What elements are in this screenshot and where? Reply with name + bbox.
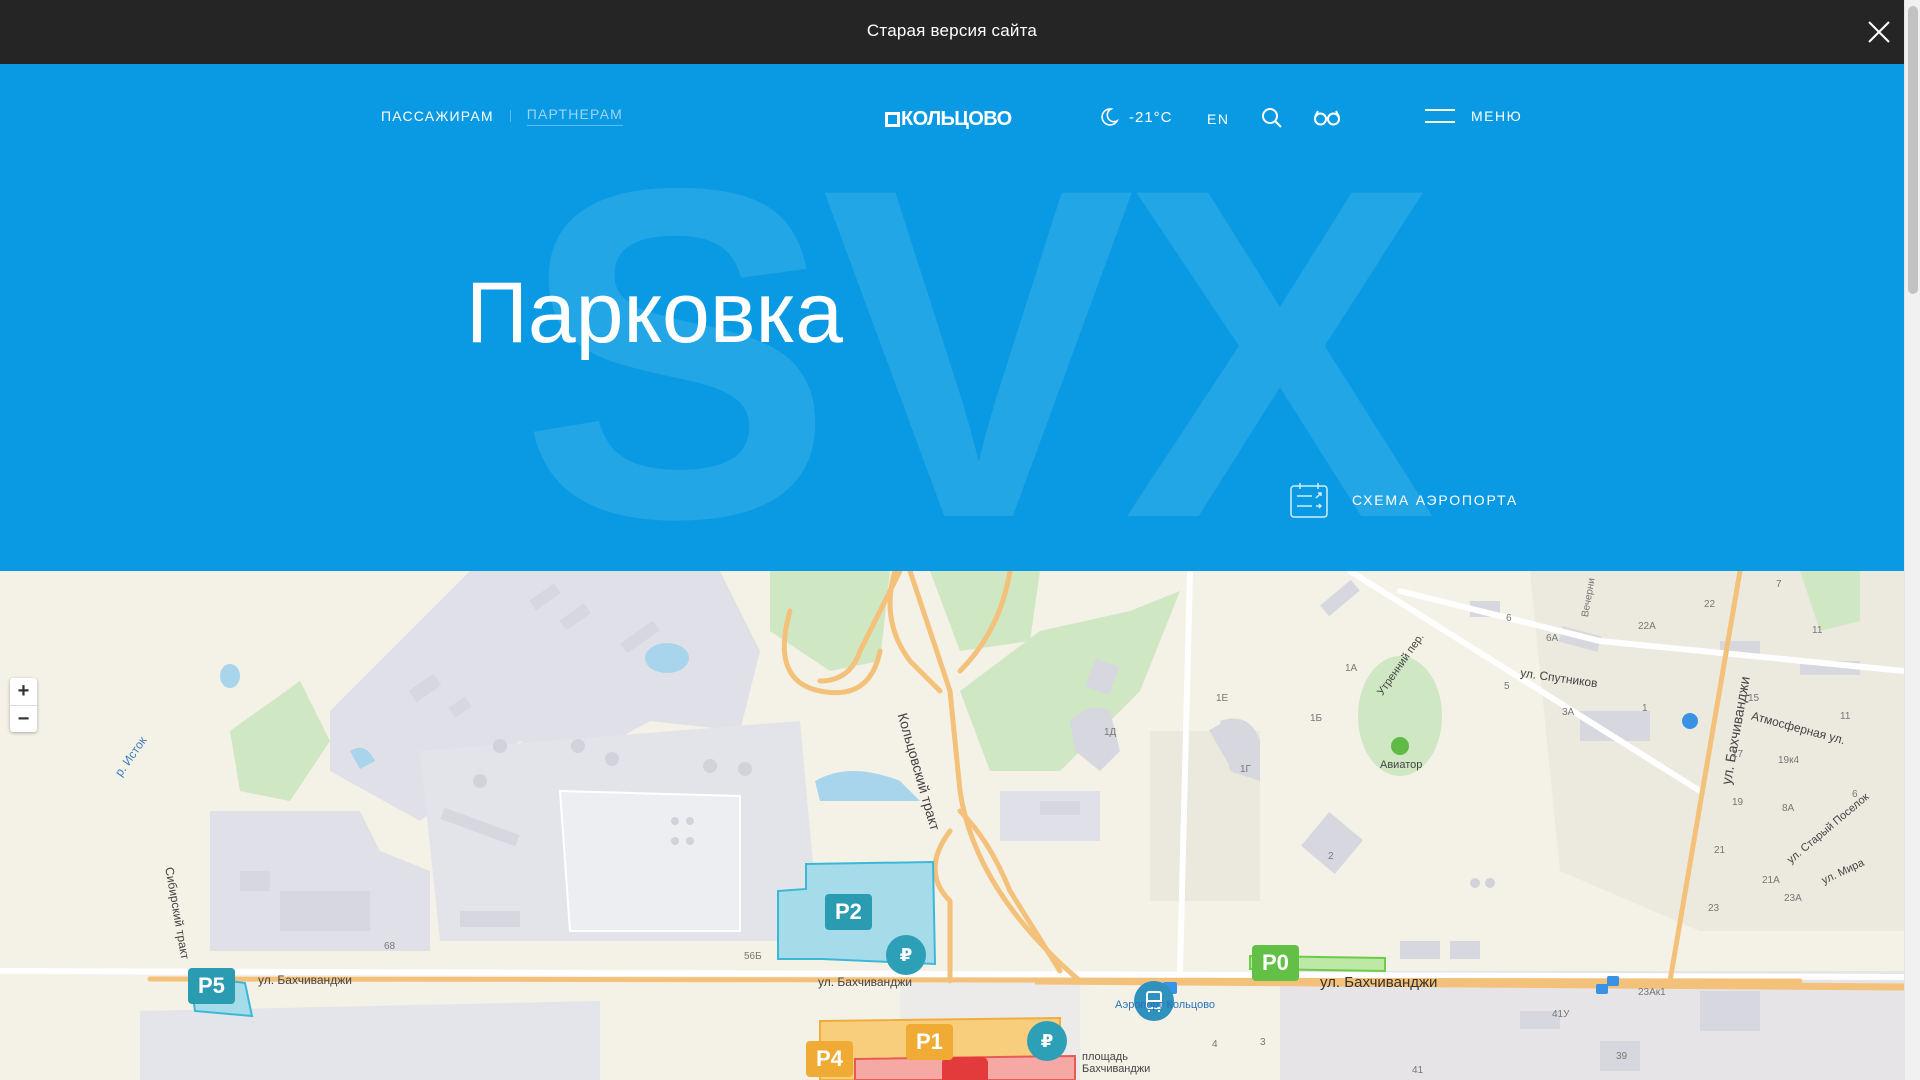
house-number: 4	[1212, 1039, 1218, 1050]
page-scrollbar[interactable]	[1904, 0, 1920, 1080]
house-number: 22А	[1638, 621, 1656, 632]
house-number: 56Б	[744, 951, 762, 962]
glasses-icon[interactable]	[1313, 106, 1341, 130]
menu-button[interactable]: МЕНЮ	[1425, 108, 1522, 124]
map-label-poi: Аэропорт Кольцово	[1115, 999, 1216, 1011]
house-number: 21	[1714, 845, 1726, 856]
logo-text: КОЛЬЦОВО	[901, 108, 1012, 130]
map-label-road: ул. Бахчиванджи	[258, 973, 352, 987]
paid-parking-pin[interactable]: ₽	[886, 935, 926, 975]
parking-marker-p2[interactable]: P2	[825, 894, 872, 930]
parking-marker-p5[interactable]: P5	[188, 968, 235, 1004]
house-number: 1А	[1345, 663, 1358, 674]
house-number: 11	[1812, 625, 1823, 636]
close-icon[interactable]	[1864, 17, 1894, 47]
hero-section: SVX ПАССАЖИРАМ ПАРТНЕРАМ КОЛЬЦОВО -21°C …	[0, 64, 1904, 571]
house-number: 5	[1504, 681, 1510, 692]
house-number: 11	[1840, 711, 1851, 722]
house-number: 41	[1412, 1065, 1424, 1076]
house-number: 7	[1776, 579, 1782, 590]
temperature: -21°C	[1129, 108, 1173, 126]
house-number: 1	[1642, 703, 1648, 714]
house-number: 23	[1708, 903, 1720, 914]
scrollbar-thumb[interactable]	[1908, 6, 1918, 294]
nav-divider	[509, 110, 511, 122]
house-number: 1Б	[1310, 713, 1323, 724]
menu-label: МЕНЮ	[1471, 108, 1523, 124]
house-number: 6	[1852, 789, 1858, 800]
house-number: 15	[1748, 693, 1760, 704]
old-site-notice-bar: Старая версия сайта	[0, 0, 1904, 64]
map-label-poi: Авиатор	[1380, 759, 1423, 771]
hamburger-icon	[1425, 109, 1455, 123]
page-title: Парковка	[466, 265, 843, 361]
language-switch[interactable]: EN	[1207, 111, 1229, 127]
house-number: 21А	[1762, 875, 1780, 886]
house-number: 68	[384, 941, 396, 952]
map-label-square: площадь Бахчиванджи	[1082, 1051, 1151, 1075]
nav-passengers[interactable]: ПАССАЖИРАМ	[381, 108, 494, 124]
airport-scheme-label: СХЕМА АЭРОПОРТА	[1352, 492, 1518, 508]
moon-icon	[1101, 108, 1119, 126]
house-number: 19	[1732, 797, 1744, 808]
house-number: 2	[1328, 851, 1334, 862]
logo-square-icon	[885, 112, 900, 127]
zoom-in-button[interactable]: +	[10, 678, 37, 705]
house-number: 1Д	[1104, 727, 1117, 738]
airport-scheme-icon	[1290, 483, 1328, 518]
airport-scheme-link[interactable]: СХЕМА АЭРОПОРТА	[1290, 482, 1518, 518]
parking-marker-p1[interactable]: P1	[906, 1024, 953, 1060]
house-number: 3А	[1562, 707, 1575, 718]
search-icon[interactable]	[1260, 106, 1284, 130]
weather-widget: -21°C	[1099, 107, 1173, 127]
house-number: 1Е	[1216, 693, 1229, 704]
audience-nav: ПАССАЖИРАМ ПАРТНЕРАМ	[381, 106, 624, 126]
parking-marker-p4[interactable]: P4	[806, 1041, 853, 1077]
house-number: 23А	[1784, 893, 1802, 904]
house-number: 23Ак1	[1638, 987, 1666, 998]
house-number: 6А	[1546, 633, 1559, 644]
house-number: 19к4	[1778, 755, 1800, 766]
nav-partners[interactable]: ПАРТНЕРАМ	[526, 106, 624, 126]
map-label-road: ул. Бахчиванджи	[1320, 974, 1438, 991]
house-number: 17	[1732, 749, 1744, 760]
house-number: 1Г	[1240, 764, 1251, 775]
koltsovo-logo[interactable]: КОЛЬЦОВО	[885, 108, 1012, 131]
old-site-link[interactable]: Старая версия сайта	[0, 21, 1904, 41]
house-number: 22	[1704, 599, 1716, 610]
parking-marker-p0[interactable]: P0	[1252, 945, 1299, 981]
map-zoom-control: + −	[10, 678, 37, 732]
map-label-road: ул. Бахчиванджи	[818, 975, 912, 989]
house-number: 39	[1616, 1051, 1628, 1062]
house-number: 3	[1260, 1037, 1266, 1048]
house-number: 41У	[1552, 1009, 1570, 1020]
map-canvas[interactable]	[0, 571, 1904, 1080]
house-number: 8А	[1782, 803, 1795, 814]
paid-parking-pin[interactable]: ₽	[1027, 1021, 1067, 1061]
zoom-out-button[interactable]: −	[10, 705, 37, 732]
house-number: 6	[1506, 613, 1512, 624]
parking-map[interactable]: + − P2 P5 P0 P1 P4 ₽ ₽ Кольцовский тракт…	[0, 571, 1904, 1080]
